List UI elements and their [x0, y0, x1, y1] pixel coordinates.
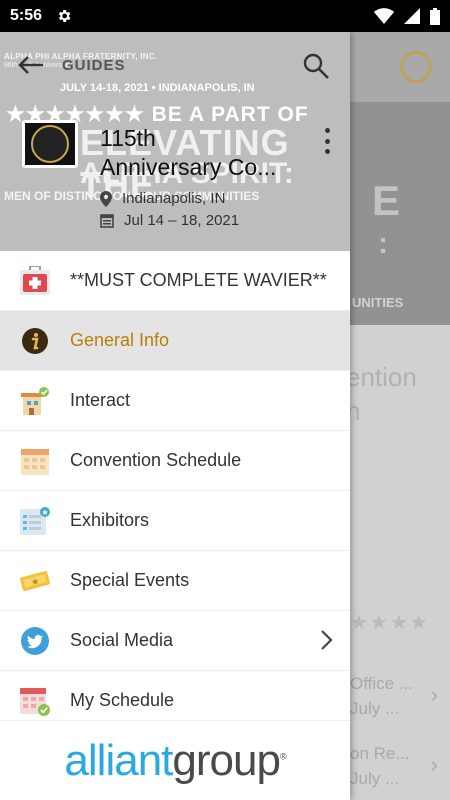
menu-item-label: Exhibitors [70, 510, 150, 530]
status-bar: 5:56 [0, 0, 450, 32]
sponsor-logo-part: alliant [64, 735, 173, 785]
menu-item-label: My Schedule [70, 690, 175, 710]
event-title: 115th Anniversary Co... [100, 124, 310, 182]
more-options-button[interactable] [322, 128, 332, 154]
menu-item-convention-schedule[interactable]: Convention Schedule [0, 431, 350, 491]
event-logo [22, 120, 78, 168]
menu-item-label: Special Events [70, 570, 190, 590]
scrim[interactable] [350, 32, 450, 800]
menu-item-general-info[interactable]: General Info [0, 311, 350, 371]
event-location: Indianapolis, IN [100, 190, 225, 207]
fraternity-seal-icon [31, 125, 69, 163]
battery-icon [430, 7, 440, 25]
sponsor-banner[interactable]: alliantgroup® [0, 720, 350, 800]
first-aid-kit-icon [19, 265, 51, 297]
menu-item-waiver[interactable]: **MUST COMPLETE WAVIER** [0, 251, 350, 311]
chevron-right-icon [321, 630, 333, 650]
gear-icon [58, 10, 71, 22]
event-dates: Jul 14 – 18, 2021 [100, 212, 239, 229]
menu-item-interact[interactable]: Interact [0, 371, 350, 431]
signal-icon [404, 8, 420, 24]
banner-line: JULY 14-18, 2021 • INDIANAPOLIS, IN [60, 82, 255, 94]
event-title-line: 115th [100, 125, 156, 151]
search-button[interactable] [302, 52, 330, 80]
menu-item-exhibitors[interactable]: Exhibitors [0, 491, 350, 551]
arrow-back-icon [18, 56, 43, 74]
my-schedule-icon [19, 685, 51, 717]
wifi-icon [374, 8, 394, 24]
menu-item-label: Social Media [70, 630, 174, 650]
menu-item-label: General Info [70, 330, 170, 350]
location-pin-icon [100, 190, 112, 207]
menu-item-label: Convention Schedule [70, 450, 242, 470]
sponsor-logo: alliantgroup® [64, 735, 287, 786]
interact-icon [19, 385, 51, 417]
menu-item-special-events[interactable]: Special Events [0, 551, 350, 611]
drawer-header: ALPHA PHI ALPHA FRATERNITY, INC. 96th ..… [0, 32, 350, 251]
guides-label[interactable]: GUIDES [62, 57, 126, 74]
search-icon [303, 53, 329, 79]
info-icon [19, 325, 51, 357]
sponsor-logo-part: group [172, 735, 281, 785]
event-title-line: Anniversary Co... [100, 154, 277, 180]
dates-text: Jul 14 – 18, 2021 [124, 212, 240, 229]
menu-item-social-media[interactable]: Social Media [0, 611, 350, 671]
back-button[interactable] [18, 52, 48, 78]
menu-item-label: **MUST COMPLETE WAVIER** [70, 270, 327, 290]
registered-mark: ® [279, 750, 287, 761]
ticket-icon [19, 565, 51, 597]
calendar-small-icon [100, 214, 114, 228]
calendar-icon [19, 445, 51, 477]
exhibitors-icon [19, 505, 51, 537]
menu-item-label: Interact [70, 390, 131, 410]
drawer-menu: **MUST COMPLETE WAVIER** General Info In… [0, 251, 350, 731]
twitter-icon [19, 625, 51, 657]
navigation-drawer: ALPHA PHI ALPHA FRATERNITY, INC. 96th ..… [0, 32, 350, 800]
location-text: Indianapolis, IN [122, 190, 226, 207]
status-time: 5:56 [10, 7, 43, 24]
